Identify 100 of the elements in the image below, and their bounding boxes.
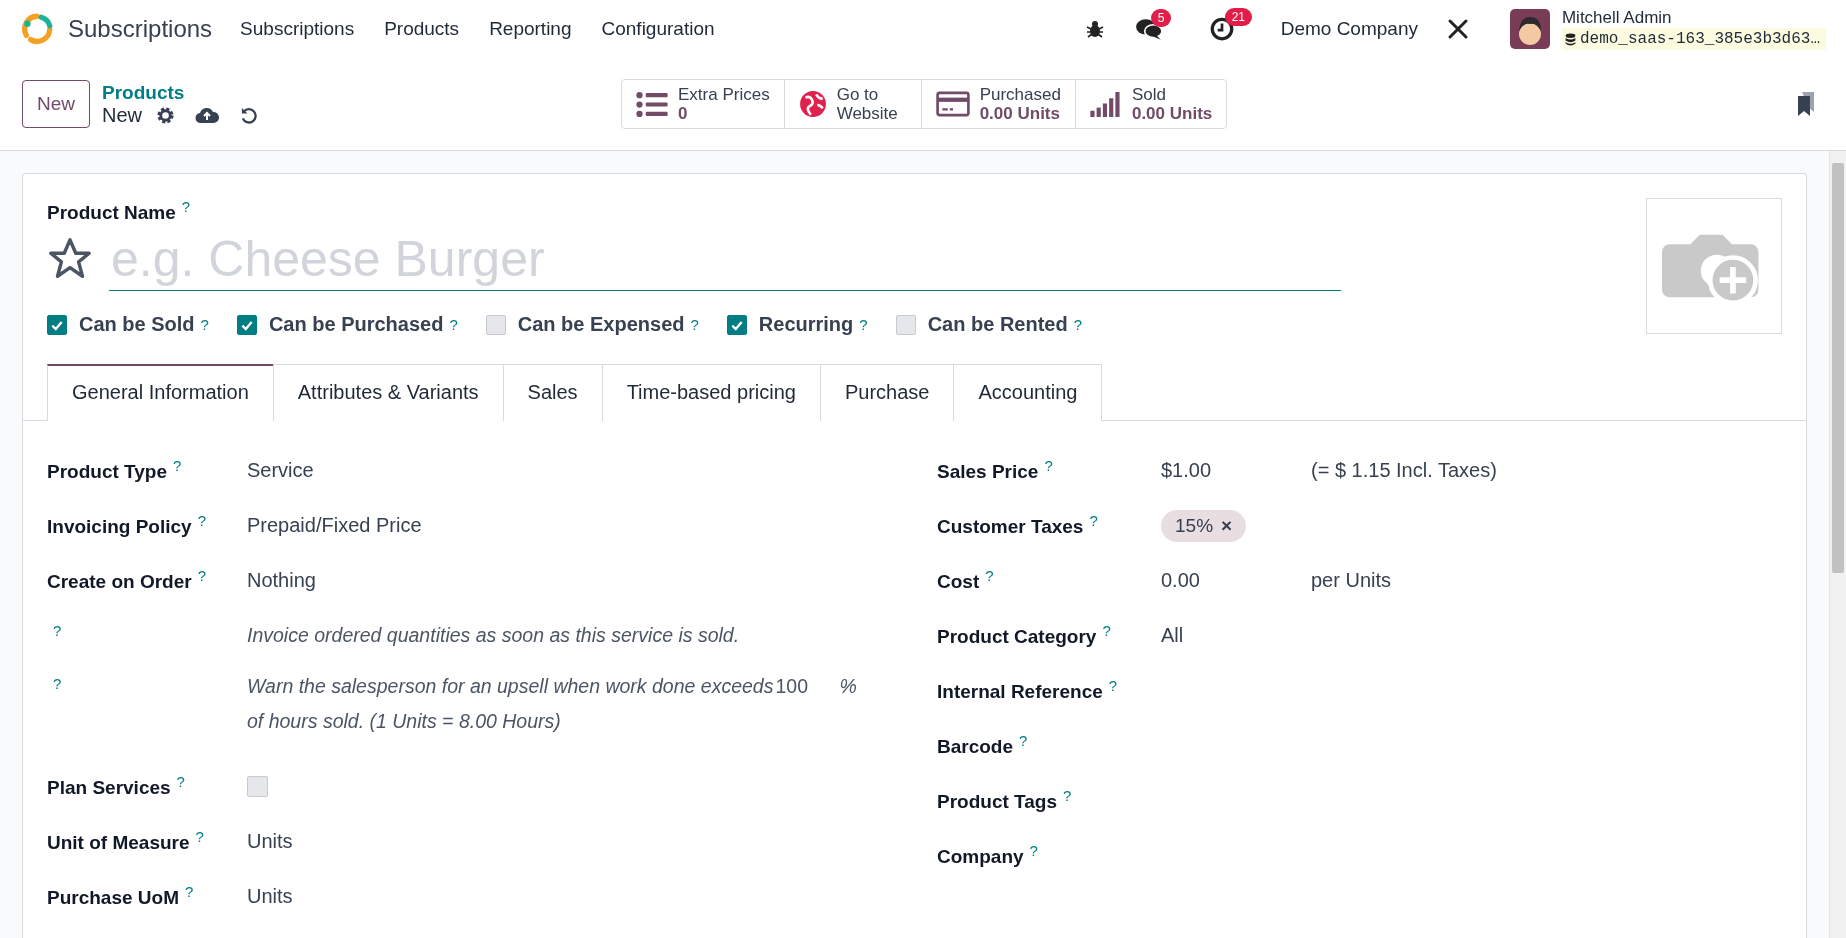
- new-button[interactable]: New: [22, 80, 90, 128]
- field-label: Sales Price: [937, 461, 1039, 483]
- checkbox-label[interactable]: Can be Expensed: [517, 313, 685, 337]
- help-tooltip[interactable]: ?: [173, 457, 182, 475]
- field-value[interactable]: All: [1161, 624, 1311, 648]
- field-label: Product Type: [47, 461, 167, 483]
- undo-icon[interactable]: [239, 105, 259, 125]
- checkbox[interactable]: [895, 314, 916, 335]
- activity-count-badge: 21: [1224, 8, 1253, 26]
- tab[interactable]: Sales: [502, 364, 603, 422]
- help-tooltip[interactable]: ?: [1102, 622, 1111, 640]
- app-logo-icon[interactable]: [20, 12, 54, 46]
- help-tooltip[interactable]: ?: [859, 316, 868, 334]
- checkbox[interactable]: [236, 314, 257, 335]
- scrollbar-thumb[interactable]: [1832, 163, 1844, 573]
- record-name: New: [102, 103, 143, 127]
- user-avatar[interactable]: [1509, 9, 1550, 49]
- checkbox-label[interactable]: Can be Sold: [79, 313, 195, 337]
- field-label: Product Tags: [937, 791, 1057, 813]
- database-icon: [1564, 32, 1576, 46]
- help-tooltip[interactable]: ?: [53, 622, 62, 640]
- field-label: Purchase UoM: [47, 887, 179, 909]
- field-label: Customer Taxes: [937, 516, 1084, 538]
- bug-icon[interactable]: [1084, 19, 1105, 39]
- menu-item[interactable]: Configuration: [601, 18, 715, 40]
- help-tooltip[interactable]: ?: [197, 567, 206, 585]
- tab[interactable]: Accounting: [953, 364, 1103, 422]
- menu-item[interactable]: Subscriptions: [240, 18, 355, 40]
- field-value-note: (= $ 1.15 Incl. Taxes): [1311, 459, 1497, 483]
- percent-sign: %: [839, 675, 857, 699]
- help-tooltip[interactable]: ?: [1063, 787, 1072, 805]
- smart-button[interactable]: Sold 0.00 Units: [1074, 79, 1228, 129]
- field-value[interactable]: $1.00: [1161, 459, 1311, 483]
- tab[interactable]: Attributes & Variants: [272, 364, 504, 422]
- credit-card-icon: [935, 91, 970, 117]
- tab[interactable]: Time-based pricing: [601, 364, 821, 422]
- smart-button[interactable]: Purchased 0.00 Units: [920, 79, 1076, 129]
- field-label: Plan Services: [47, 777, 171, 799]
- field-value[interactable]: Service: [247, 459, 314, 483]
- help-tooltip[interactable]: ?: [1019, 732, 1028, 750]
- checkbox[interactable]: [247, 776, 268, 798]
- help-tooltip[interactable]: ?: [690, 316, 699, 334]
- checkbox[interactable]: [485, 314, 506, 335]
- percentage-input[interactable]: 100: [775, 675, 840, 699]
- help-tooltip[interactable]: ?: [176, 773, 185, 791]
- app-name[interactable]: Subscriptions: [68, 15, 213, 43]
- field-value[interactable]: 0.00: [1161, 569, 1311, 593]
- help-tooltip[interactable]: ?: [1108, 677, 1118, 695]
- field-label: Create on Order: [47, 571, 192, 593]
- field-label: Company: [937, 846, 1024, 868]
- settings-icon[interactable]: [156, 105, 176, 125]
- checkbox-label[interactable]: Recurring: [758, 313, 854, 337]
- field-value[interactable]: Units: [247, 885, 293, 909]
- bar-signal-icon: [1089, 91, 1122, 117]
- menu-item[interactable]: Products: [384, 18, 460, 40]
- help-tooltip[interactable]: ?: [1089, 512, 1098, 530]
- cloud-upload-icon[interactable]: [195, 106, 220, 124]
- checkbox-label[interactable]: Can be Purchased: [268, 313, 444, 337]
- checkbox-label[interactable]: Can be Rented: [927, 313, 1068, 337]
- field-value[interactable]: Units: [247, 830, 293, 854]
- help-tooltip[interactable]: ?: [185, 883, 194, 901]
- help-note: Warn the salesperson for an upsell when work done exceeds: [247, 675, 774, 699]
- help-tooltip[interactable]: ?: [197, 512, 206, 530]
- field-label: Internal Reference: [937, 681, 1103, 703]
- smart-button[interactable]: Extra Prices 0: [621, 79, 785, 129]
- help-note: of hours sold. (1 Units = 8.00 Hours): [247, 710, 562, 734]
- help-tooltip[interactable]: ?: [200, 316, 209, 334]
- help-tooltip[interactable]: ?: [195, 828, 204, 846]
- field-label: Product Name: [47, 202, 176, 224]
- message-count-badge: 5: [1150, 9, 1172, 27]
- tab[interactable]: Purchase: [819, 364, 955, 422]
- checkbox[interactable]: [47, 314, 67, 335]
- field-label: Product Category: [937, 626, 1097, 648]
- user-name[interactable]: Mitchell Admin: [1561, 8, 1826, 28]
- help-tooltip[interactable]: ?: [985, 567, 994, 585]
- help-tooltip[interactable]: ?: [449, 316, 458, 334]
- field-label: Unit of Measure: [47, 832, 190, 854]
- field-value[interactable]: Prepaid/Fixed Price: [247, 514, 422, 538]
- database-text: demo_saas-163_385e3b3d63…: [1579, 29, 1820, 49]
- list-icon: [636, 91, 668, 117]
- breadcrumb-link[interactable]: Products: [102, 81, 622, 104]
- bookmark-icon[interactable]: [1796, 92, 1816, 116]
- field-label: Cost: [937, 571, 980, 593]
- help-tooltip[interactable]: ?: [53, 675, 62, 693]
- help-tooltip[interactable]: ?: [1044, 457, 1053, 475]
- tab[interactable]: General Information: [47, 364, 274, 422]
- field-label: Invoicing Policy: [47, 516, 192, 538]
- tax-tag: 15% ×: [1161, 509, 1247, 542]
- globe-icon: [798, 90, 827, 118]
- field-label: Barcode: [937, 736, 1014, 758]
- help-tooltip[interactable]: ?: [181, 198, 191, 215]
- help-note: Invoice ordered quantities as soon as this service is sold.: [247, 624, 740, 648]
- checkbox[interactable]: [726, 314, 747, 335]
- field-value[interactable]: Nothing: [247, 569, 316, 593]
- remove-tag-button[interactable]: ×: [1221, 514, 1233, 537]
- help-tooltip[interactable]: ?: [1029, 842, 1038, 860]
- smart-button[interactable]: Go to Website: [783, 79, 922, 129]
- menu-item[interactable]: Reporting: [489, 18, 572, 40]
- company-switcher[interactable]: Demo Company: [1280, 18, 1418, 40]
- help-tooltip[interactable]: ?: [1073, 316, 1083, 334]
